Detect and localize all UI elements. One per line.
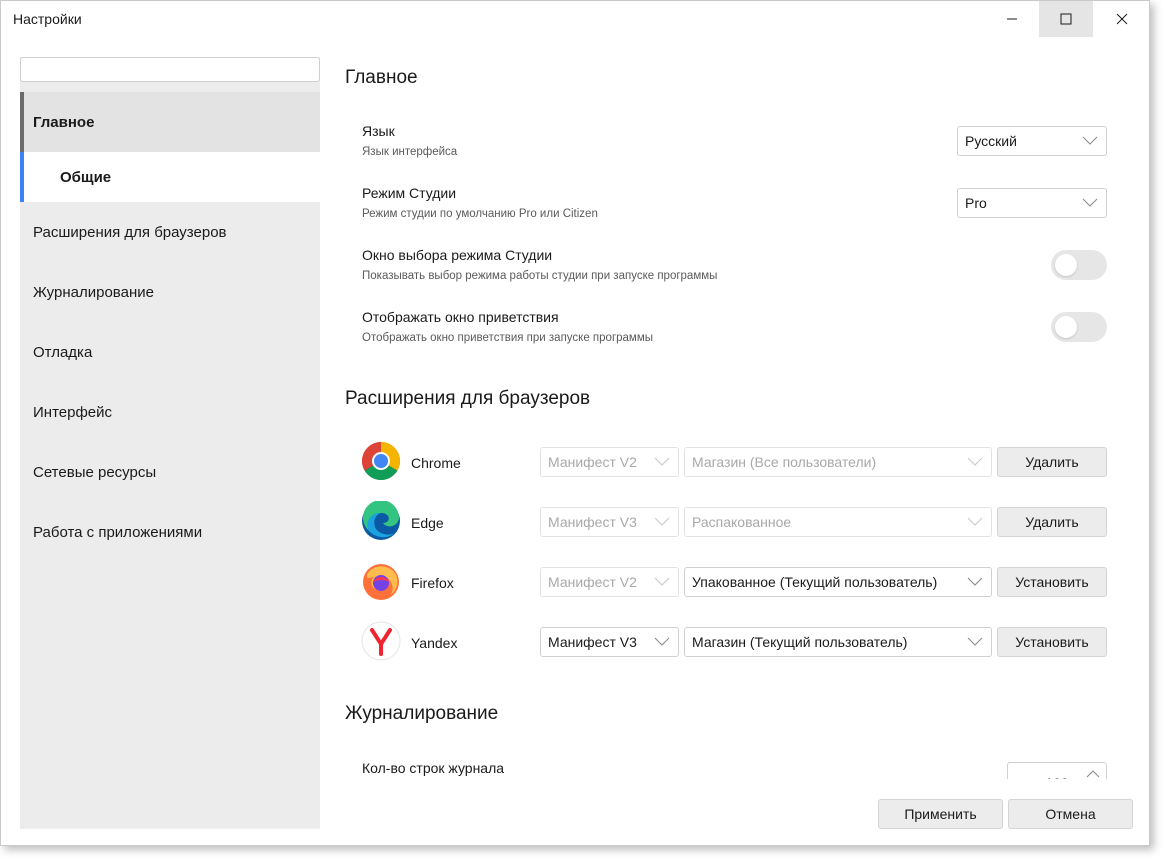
yandex-source-value: Магазин (Текущий пользователь) [692, 634, 908, 650]
welcome-window-label: Отображать окно приветствия [362, 309, 559, 325]
welcome-window-description: Отображать окно приветствия при запуске … [362, 332, 654, 344]
browser-name-chrome: Chrome [411, 455, 461, 471]
sidebar-item-label: Интерфейс [33, 403, 113, 421]
language-select[interactable]: Русский [957, 126, 1107, 156]
maximize-button[interactable] [1039, 1, 1093, 37]
apply-button[interactable]: Применить [878, 799, 1003, 829]
language-description: Язык интерфейса [362, 146, 458, 158]
yandex-manifest-select[interactable]: Манифест V3 [540, 627, 679, 657]
minimize-icon [1007, 18, 1017, 20]
yandex-manifest-value: Манифест V3 [548, 634, 637, 650]
sidebar-item-label: Главное [33, 113, 95, 131]
title-bar: Настройки [1, 1, 1149, 37]
firefox-manifest-select[interactable]: Манифест V2 [540, 567, 679, 597]
sidebar-item-applications[interactable]: Работа с приложениями [20, 502, 320, 562]
chevron-down-icon [654, 577, 670, 586]
section-title-logging: Журналирование [345, 703, 499, 724]
cancel-button[interactable]: Отмена [1008, 799, 1133, 829]
sidebar-item-network-resources[interactable]: Сетевые ресурсы [20, 442, 320, 502]
sidebar-item-label: Журналирование [33, 283, 154, 301]
minimize-button[interactable] [985, 1, 1039, 37]
settings-content: Главное Язык Язык интерфейса Русский Реж… [345, 57, 1107, 779]
sidebar-item-label: Сетевые ресурсы [33, 463, 157, 481]
firefox-manifest-value: Манифест V2 [548, 574, 637, 590]
chevron-down-icon [1082, 136, 1098, 145]
window-title: Настройки [13, 11, 82, 27]
edge-action-button[interactable]: Удалить [997, 507, 1107, 537]
sidebar-item-debug[interactable]: Отладка [20, 322, 320, 382]
toggle-knob [1055, 316, 1077, 338]
studio-mode-window-description: Показывать выбор режима работы студии пр… [362, 270, 718, 282]
sidebar-item-main[interactable]: Главное [20, 92, 320, 152]
sidebar-item-label: Работа с приложениями [33, 523, 203, 541]
log-lines-stepper[interactable]: 100 [1007, 762, 1107, 779]
sidebar: Главное Общие Расширения для браузеров Ж… [20, 57, 320, 829]
firefox-action-button[interactable]: Установить [997, 567, 1107, 597]
chevron-down-icon [1082, 198, 1098, 207]
language-label: Язык [362, 123, 395, 139]
studio-mode-window-toggle[interactable] [1051, 250, 1107, 280]
edge-source-select[interactable]: Распакованное [684, 507, 992, 537]
close-icon [1116, 13, 1128, 25]
edge-source-value: Распакованное [692, 514, 792, 530]
chrome-manifest-value: Манифест V2 [548, 454, 637, 470]
settings-window: Настройки Главное Общие Расширения для б… [0, 0, 1150, 846]
maximize-icon [1060, 13, 1072, 25]
browser-name-firefox: Firefox [411, 575, 454, 591]
sidebar-item-general[interactable]: Общие [20, 152, 320, 202]
section-title-browser-extensions: Расширения для браузеров [345, 388, 591, 409]
sidebar-item-browser-extensions[interactable]: Расширения для браузеров [20, 202, 320, 262]
chevron-down-icon [967, 577, 983, 586]
chrome-icon [362, 442, 400, 480]
close-button[interactable] [1095, 1, 1149, 37]
sidebar-item-label: Отладка [33, 343, 93, 361]
chevron-up-icon [1086, 770, 1100, 778]
log-lines-value: 100 [1045, 775, 1068, 779]
sidebar-item-interface[interactable]: Интерфейс [20, 382, 320, 442]
chrome-action-button[interactable]: Удалить [997, 447, 1107, 477]
edge-icon [362, 501, 400, 540]
browser-name-edge: Edge [411, 515, 444, 531]
sidebar-item-logging[interactable]: Журналирование [20, 262, 320, 322]
yandex-icon [361, 621, 401, 661]
studio-mode-value: Pro [965, 195, 987, 211]
toggle-knob [1055, 254, 1077, 276]
sidebar-item-label: Расширения для браузеров [33, 223, 227, 241]
edge-manifest-value: Манифест V3 [548, 514, 637, 530]
chrome-source-select[interactable]: Магазин (Все пользователи) [684, 447, 992, 477]
sidebar-item-label: Общие [60, 168, 112, 186]
chevron-down-icon [654, 637, 670, 646]
search-input[interactable] [20, 57, 320, 82]
chrome-source-value: Магазин (Все пользователи) [692, 454, 877, 470]
browser-name-yandex: Yandex [411, 635, 458, 651]
firefox-source-value: Упакованное (Текущий пользователь) [692, 574, 938, 590]
studio-mode-select[interactable]: Pro [957, 188, 1107, 218]
studio-mode-window-label: Окно выбора режима Студии [362, 247, 553, 263]
edge-manifest-select[interactable]: Манифест V3 [540, 507, 679, 537]
yandex-source-select[interactable]: Магазин (Текущий пользователь) [684, 627, 992, 657]
chevron-down-icon [967, 517, 983, 526]
section-title-general: Главное [345, 67, 418, 88]
chevron-down-icon [967, 457, 983, 466]
chevron-down-icon [967, 637, 983, 646]
firefox-icon [363, 564, 399, 600]
studio-mode-label: Режим Студии [362, 185, 457, 201]
chrome-manifest-select[interactable]: Манифест V2 [540, 447, 679, 477]
firefox-source-select[interactable]: Упакованное (Текущий пользователь) [684, 567, 992, 597]
welcome-window-toggle[interactable] [1051, 312, 1107, 342]
yandex-action-button[interactable]: Установить [997, 627, 1107, 657]
studio-mode-description: Режим студии по умолчанию Pro или Citize… [362, 208, 598, 220]
language-value: Русский [965, 133, 1017, 149]
chevron-down-icon [654, 457, 670, 466]
log-lines-label: Кол-во строк журнала [362, 760, 505, 776]
chevron-down-icon [654, 517, 670, 526]
